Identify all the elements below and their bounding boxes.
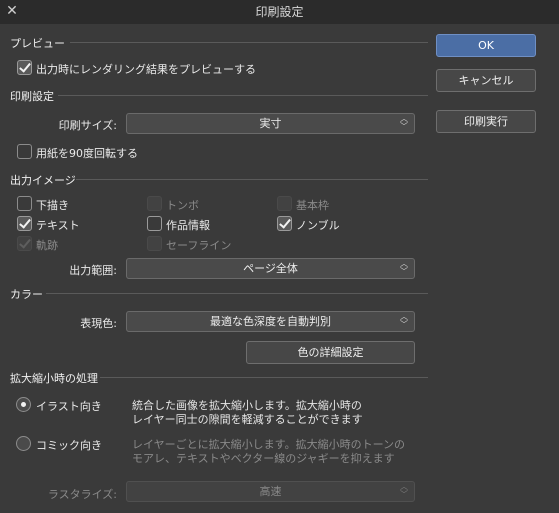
illustration-desc-line-2: レイヤー同士の隙間を軽減することができます xyxy=(132,413,363,426)
basic-frame-checkbox[interactable] xyxy=(277,196,292,211)
work-info-checkbox[interactable] xyxy=(147,216,162,231)
print-size-select[interactable]: 実寸 ︿ ﹀ xyxy=(126,113,415,134)
chevron-updown-icon: ︿ ﹀ xyxy=(400,259,408,276)
cancel-button[interactable]: キャンセル xyxy=(436,69,536,92)
safe-line-label: セーフライン xyxy=(166,239,232,252)
expression-color-select[interactable]: 最適な色深度を自動判別 ︿ ﹀ xyxy=(126,311,415,332)
divider xyxy=(46,293,428,294)
section-heading-output-image: 出力イメージ xyxy=(10,174,76,187)
divider xyxy=(100,377,428,378)
print-size-value: 実寸 xyxy=(259,117,282,130)
section-heading-color: カラー xyxy=(10,288,43,301)
text-label: テキスト xyxy=(36,219,80,232)
illustration-description: 統合した画像を拡大縮小します。拡大縮小時の レイヤー同士の隙間を軽減することがで… xyxy=(132,399,363,427)
rasterize-label: ラスタライズ: xyxy=(47,488,117,501)
section-heading-print-settings: 印刷設定 xyxy=(10,90,54,103)
rasterize-select[interactable]: 高速 ︿ ﹀ xyxy=(126,481,415,502)
ok-button[interactable]: OK xyxy=(436,34,536,57)
output-range-select[interactable]: ページ全体 ︿ ﹀ xyxy=(126,258,415,279)
safe-line-checkbox[interactable] xyxy=(147,236,162,251)
divider xyxy=(70,42,428,43)
divider xyxy=(58,95,428,96)
draft-label: 下描き xyxy=(36,199,69,212)
work-info-label: 作品情報 xyxy=(166,219,210,232)
divider xyxy=(76,179,428,180)
illustration-desc-line-1: 統合した画像を拡大縮小します。拡大縮小時の xyxy=(132,399,362,412)
window-title: 印刷設定 xyxy=(255,5,304,19)
comic-description: レイヤーごとに拡大縮小します。拡大縮小時のトーンの モアレ、テキストやベクター線… xyxy=(132,438,405,466)
render-preview-label: 出力時にレンダリング結果をプレビューする xyxy=(36,63,256,76)
expression-color-value: 最適な色深度を自動判別 xyxy=(210,315,331,328)
print-execute-button[interactable]: 印刷実行 xyxy=(436,110,536,133)
draft-checkbox[interactable] xyxy=(17,196,32,211)
expression-color-label: 表現色: xyxy=(80,317,117,330)
output-range-label: 出力範囲: xyxy=(69,264,117,277)
section-heading-preview: プレビュー xyxy=(10,37,65,50)
illustration-radio[interactable] xyxy=(16,397,31,412)
rasterize-value: 高速 xyxy=(259,485,282,498)
illustration-label: イラスト向き xyxy=(36,400,102,413)
text-checkbox[interactable] xyxy=(17,216,32,231)
render-preview-checkbox[interactable] xyxy=(17,60,32,75)
crop-marks-label: トンボ xyxy=(166,199,199,212)
comic-desc-line-1: レイヤーごとに拡大縮小します。拡大縮小時のトーンの xyxy=(132,438,406,451)
crop-marks-checkbox[interactable] xyxy=(147,196,162,211)
comic-desc-line-2: モアレ、テキストやベクター線のジャギーを抑えます xyxy=(132,452,395,465)
comic-radio[interactable] xyxy=(16,436,31,451)
basic-frame-label: 基本枠 xyxy=(296,199,329,212)
page-number-checkbox[interactable] xyxy=(277,216,292,231)
chevron-updown-icon: ︿ ﹀ xyxy=(400,312,408,329)
page-number-label: ノンブル xyxy=(296,219,340,232)
chevron-updown-icon: ︿ ﹀ xyxy=(400,482,408,499)
print-size-label: 印刷サイズ: xyxy=(58,119,117,132)
output-range-value: ページ全体 xyxy=(243,262,298,275)
rotate-paper-label: 用紙を90度回転する xyxy=(36,147,138,160)
comic-label: コミック向き xyxy=(36,439,102,452)
rotate-paper-checkbox[interactable] xyxy=(17,144,32,159)
color-detail-settings-button[interactable]: 色の詳細設定 xyxy=(246,341,415,364)
trail-checkbox[interactable] xyxy=(17,236,32,251)
title-bar: ✕ 印刷設定 xyxy=(0,0,559,24)
chevron-updown-icon: ︿ ﹀ xyxy=(400,114,408,131)
trail-label: 軌跡 xyxy=(36,239,58,252)
section-heading-scaling: 拡大縮小時の処理 xyxy=(10,372,98,385)
